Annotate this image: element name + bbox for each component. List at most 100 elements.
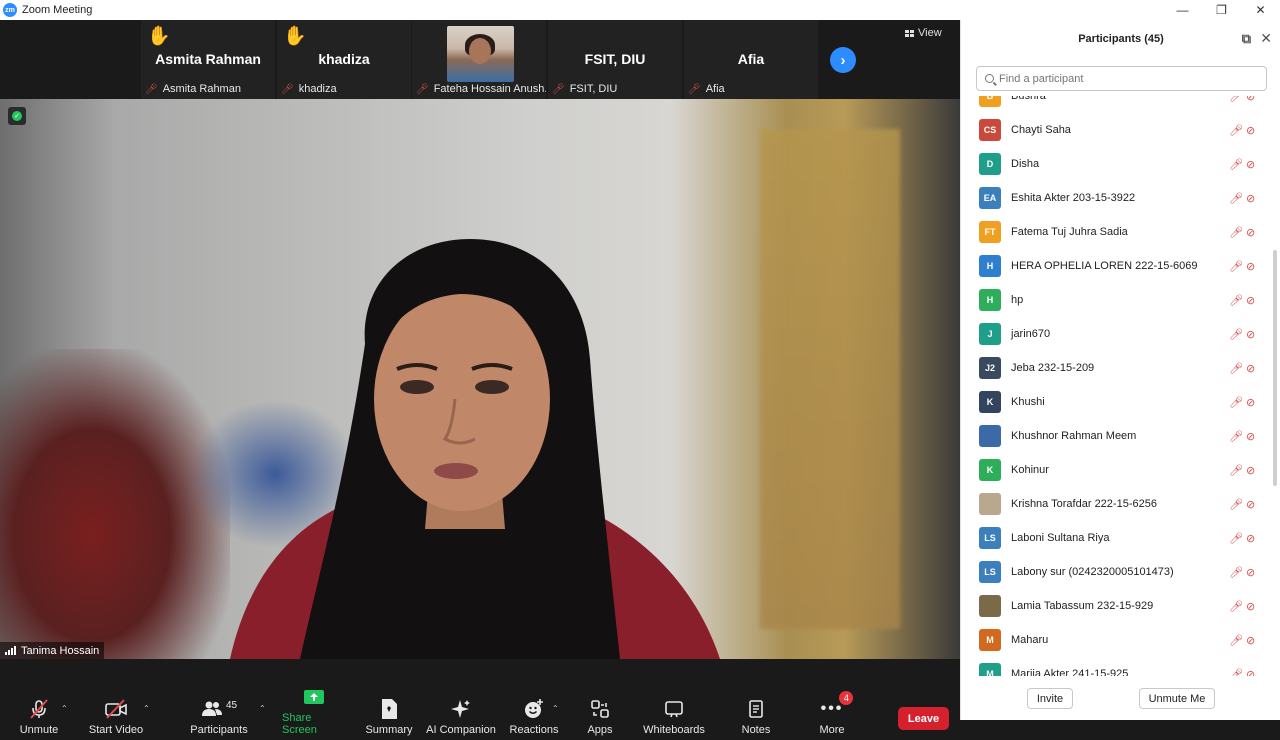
start-video-button[interactable]: Start Video	[86, 679, 146, 740]
avatar	[979, 595, 1001, 617]
avatar: M	[979, 629, 1001, 651]
thumbnail-label-text: Asmita Rahman	[162, 83, 241, 95]
participants-panel-title: Participants (45)	[1078, 33, 1164, 45]
unmute-button[interactable]: Unmute	[14, 679, 64, 740]
mic-muted-icon: 🎤︎	[1229, 498, 1243, 511]
summary-button[interactable]: Summary	[364, 679, 414, 740]
participants-icon: 45	[201, 697, 237, 721]
thumbnail-label: 🎤︎ FSIT, DIU	[552, 81, 617, 97]
ai-companion-button[interactable]: AI Companion	[426, 679, 496, 740]
apps-button[interactable]: Apps	[580, 679, 620, 740]
close-window-button[interactable]: ✕	[1241, 0, 1280, 20]
mic-muted-icon: 🎤︎	[552, 83, 565, 95]
participants-options-chevron-icon[interactable]: ⌃	[259, 704, 266, 713]
participant-row[interactable]: M Marjia Akter 241-15-925 🎤︎ ⊘	[961, 657, 1271, 676]
audio-options-chevron-icon[interactable]: ⌃	[61, 704, 68, 713]
reactions-options-chevron-icon[interactable]: ⌃	[552, 704, 559, 713]
participant-row[interactable]: J2 Jeba 232-15-209 🎤︎ ⊘	[961, 351, 1271, 385]
next-page-arrow-icon[interactable]: ›	[830, 47, 856, 73]
maximize-button[interactable]: ❐	[1202, 0, 1241, 20]
participant-name: Jeba 232-15-209	[1011, 362, 1095, 374]
participant-row[interactable]: Lamia Tabassum 232-15-929 🎤︎ ⊘	[961, 589, 1271, 623]
ai-sparkle-icon	[450, 697, 472, 721]
participant-search-input[interactable]	[999, 72, 1249, 85]
reactions-label: Reactions	[509, 724, 559, 736]
participant-row[interactable]: D Disha 🎤︎ ⊘	[961, 147, 1271, 181]
share-screen-button[interactable]: Share Screen	[282, 679, 346, 740]
participant-thumbnail[interactable]: FSIT, DIU 🎤︎ FSIT, DIU	[548, 20, 682, 99]
video-off-icon: ⊘	[1246, 260, 1256, 273]
mic-muted-icon: 🎤︎	[1229, 260, 1243, 273]
participant-list-scrollbar[interactable]	[1273, 250, 1277, 486]
mic-muted-icon: 🎤︎	[1229, 430, 1243, 443]
leave-button[interactable]: Leave	[898, 707, 949, 730]
mic-muted-icon: 🎤︎	[1229, 396, 1243, 409]
participant-thumbnail[interactable]: 🎤︎ Fateha Hossain Anush...	[412, 20, 546, 99]
whiteboards-button[interactable]: Whiteboards	[642, 679, 706, 740]
video-options-chevron-icon[interactable]: ⌃	[143, 704, 150, 713]
video-off-icon: ⊘	[1246, 498, 1256, 511]
participant-row[interactable]: LS Laboni Sultana Riya 🎤︎ ⊘	[961, 521, 1271, 555]
mic-muted-icon: 🎤︎	[1229, 96, 1243, 103]
close-icon[interactable]: ✕	[1260, 30, 1272, 47]
participant-name: Lamia Tabassum 232-15-929	[1011, 600, 1154, 612]
participant-thumbnail[interactable]: ✋ khadiza 🎤︎ khadiza	[277, 20, 411, 99]
active-speaker-video[interactable]: ✓ Tanima Hossain	[0, 99, 960, 659]
more-button[interactable]: ••• 4 More	[812, 679, 854, 740]
participants-panel-footer: Invite Unmute Me	[961, 680, 1280, 720]
view-button[interactable]: View	[905, 27, 942, 39]
participant-name: Maharu	[1011, 634, 1049, 646]
video-off-icon: ⊘	[1246, 464, 1256, 477]
thumbnail-display-name: khadiza	[318, 51, 370, 67]
participants-button[interactable]: 45 Participants	[189, 679, 249, 740]
video-off-icon: ⊘	[1246, 124, 1256, 137]
participant-search[interactable]	[976, 66, 1267, 91]
unmute-me-button[interactable]: Unmute Me	[1139, 688, 1215, 709]
participant-row[interactable]: FT Fatema Tuj Juhra Sadia 🎤︎ ⊘	[961, 215, 1271, 249]
notes-button[interactable]: Notes	[736, 679, 776, 740]
start-video-label: Start Video	[88, 724, 144, 736]
participant-name: jarin670	[1011, 328, 1051, 340]
participant-thumbnail[interactable]: ✋ Asmita Rahman 🎤︎ Asmita Rahman	[141, 20, 275, 99]
participant-video-photo	[447, 26, 514, 82]
thumbnail-display-name: Asmita Rahman	[155, 51, 261, 67]
participant-row[interactable]: Hhp 🎤︎ ⊘	[961, 283, 1271, 317]
avatar: H	[979, 289, 1001, 311]
avatar: K	[979, 391, 1001, 413]
view-button-label: View	[918, 27, 942, 39]
video-off-icon: ⊘	[1246, 192, 1256, 205]
participant-row[interactable]: K Khushi 🎤︎ ⊘	[961, 385, 1271, 419]
thumbnail-display-name: FSIT, DIU	[584, 51, 646, 67]
video-off-icon: ⊘	[1246, 294, 1256, 307]
raised-hand-icon: ✋	[283, 26, 307, 47]
speaker-figure	[230, 239, 720, 659]
more-dots-icon: ••• 4	[821, 691, 854, 721]
participant-row[interactable]: Krishna Torafdar 222-15-6256 🎤︎ ⊘	[961, 487, 1271, 521]
thumbnail-label-text: khadiza	[298, 83, 337, 95]
participant-row[interactable]: M Maharu 🎤︎ ⊘	[961, 623, 1271, 657]
thumbnail-display-name: Afia	[737, 51, 765, 67]
mic-muted-icon: 🎤︎	[416, 83, 429, 95]
participant-row[interactable]: LS Labony sur (0242320005101473) 🎤︎ ⊘	[961, 555, 1271, 589]
participant-row[interactable]: Jjarin670 🎤︎ ⊘	[961, 317, 1271, 351]
avatar: LS	[979, 561, 1001, 583]
avatar: B	[979, 96, 1001, 107]
participant-row[interactable]: CS Chayti Saha 🎤︎ ⊘	[961, 113, 1271, 147]
participant-row[interactable]: K Kohinur 🎤︎ ⊘	[961, 453, 1271, 487]
encryption-shield-icon[interactable]: ✓	[8, 107, 26, 125]
participant-row[interactable]: EA Eshita Akter 203-15-3922 🎤︎ ⊘	[961, 181, 1271, 215]
whiteboards-label: Whiteboards	[643, 724, 705, 736]
participant-name: Khushi	[1011, 396, 1045, 408]
participant-thumbnail[interactable]: Afia 🎤︎ Afia	[684, 20, 818, 99]
minimize-button[interactable]: —	[1163, 0, 1202, 20]
mic-muted-icon: 🎤︎	[1229, 226, 1243, 239]
participant-name: Labony sur (0242320005101473)	[1011, 566, 1174, 578]
participant-row[interactable]: H HERA OPHELIA LOREN 222-15-6069 🎤︎ ⊘	[961, 249, 1271, 283]
popout-icon[interactable]: ⧉	[1242, 31, 1251, 47]
participant-row[interactable]: Khushnor Rahman Meem 🎤︎ ⊘	[961, 419, 1271, 453]
invite-button[interactable]: Invite	[1027, 688, 1073, 709]
participant-name: Marjia Akter 241-15-925	[1011, 668, 1129, 676]
participant-row[interactable]: B Bushra 🎤︎ ⊘	[961, 96, 1271, 113]
video-off-icon: ⊘	[1246, 634, 1256, 647]
video-off-icon: ⊘	[1246, 566, 1256, 579]
